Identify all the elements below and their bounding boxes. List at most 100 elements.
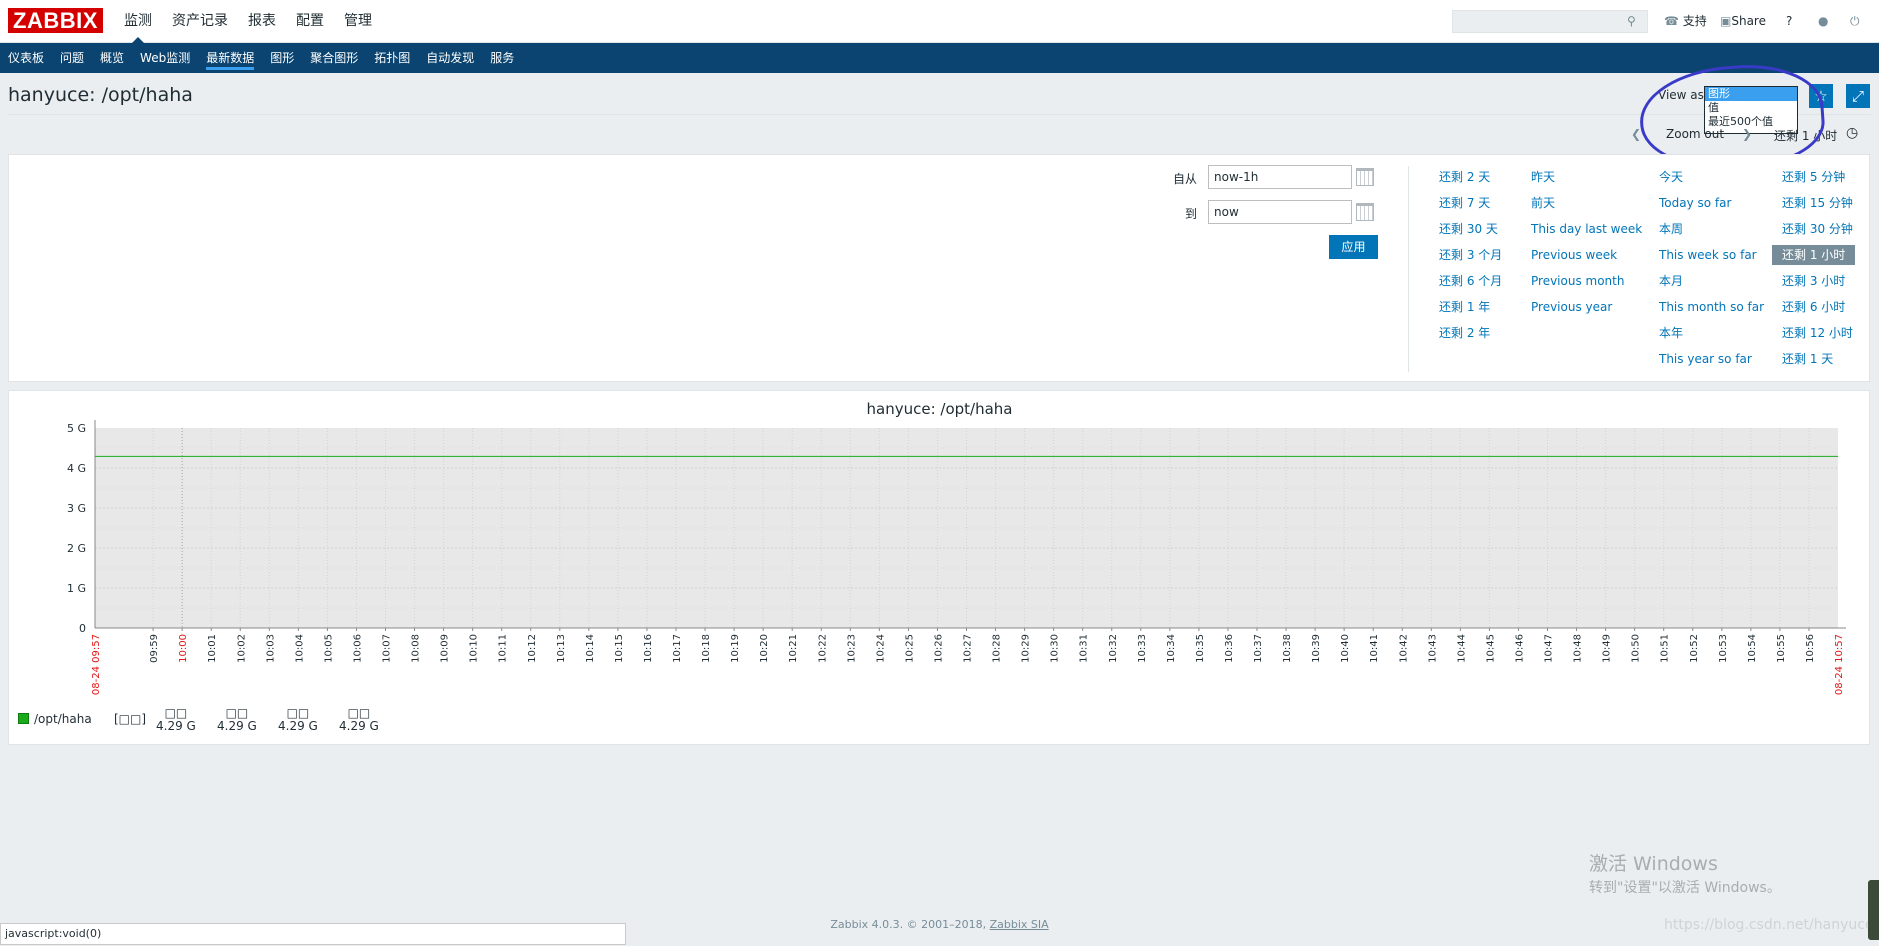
- clock-icon[interactable]: ◷: [1846, 125, 1858, 141]
- to-input[interactable]: now: [1208, 200, 1352, 224]
- quick-range-link[interactable]: 本周: [1659, 222, 1764, 248]
- x-tick-label: 10:43: [1427, 634, 1438, 663]
- legend-stat-value: 4.29 G: [339, 719, 379, 733]
- nav-monitoring[interactable]: 监测: [114, 0, 162, 43]
- quick-range-link[interactable]: 还剩 15 分钟: [1782, 196, 1855, 222]
- nav-configuration[interactable]: 配置: [286, 0, 334, 43]
- x-tick-label: 10:31: [1079, 634, 1090, 663]
- search-icon[interactable]: ⚲: [1627, 14, 1641, 28]
- quick-range-link[interactable]: 昨天: [1531, 170, 1642, 196]
- y-tick-label: 2 G: [67, 542, 86, 555]
- subnav-overview[interactable]: 概览: [92, 43, 132, 73]
- nav-inventory[interactable]: 资产记录: [162, 0, 238, 43]
- quick-range-link[interactable]: 还剩 2 天: [1439, 170, 1502, 196]
- quick-range-link[interactable]: 还剩 1 天: [1782, 352, 1855, 378]
- quick-range-link[interactable]: This month so far: [1659, 300, 1764, 326]
- apply-button[interactable]: 应用: [1329, 235, 1378, 259]
- y-tick-label: 1 G: [67, 582, 86, 595]
- x-tick-label: 10:18: [701, 634, 712, 663]
- y-tick-label: 5 G: [67, 422, 86, 435]
- fullscreen-icon[interactable]: ⤢: [1846, 84, 1870, 108]
- x-tick-label: 10:41: [1369, 634, 1380, 663]
- x-tick-label: 10:37: [1253, 634, 1264, 663]
- x-tick-label: 10:46: [1514, 634, 1525, 663]
- quick-range-link[interactable]: 还剩 2 年: [1439, 326, 1502, 352]
- quick-range-column: 昨天 前天 This day last week Previous week P…: [1531, 170, 1642, 326]
- quick-range-link[interactable]: Previous week: [1531, 248, 1642, 274]
- legend-stat-value: 4.29 G: [156, 719, 196, 733]
- quick-range-link[interactable]: Previous month: [1531, 274, 1642, 300]
- quick-range-link[interactable]: Today so far: [1659, 196, 1764, 222]
- zabbix-logo[interactable]: ZABBIX: [8, 8, 103, 33]
- x-tick-label: 10:56: [1805, 634, 1816, 663]
- quick-range-link[interactable]: 还剩 6 小时: [1782, 300, 1855, 326]
- calendar-icon[interactable]: [1356, 203, 1374, 221]
- quick-range-link[interactable]: 还剩 12 小时: [1782, 326, 1855, 352]
- subnav-dashboard[interactable]: 仪表板: [0, 43, 52, 73]
- share-icon: ▣: [1720, 14, 1732, 28]
- x-tick-label: 10:07: [382, 634, 393, 663]
- quick-range-link[interactable]: This year so far: [1659, 352, 1764, 378]
- quick-range-link-selected[interactable]: 还剩 1 小时: [1772, 245, 1856, 265]
- x-tick-label: 10:04: [294, 634, 305, 663]
- line-chart[interactable]: 0 1 G 2 G 3 G 4 G 5 G 08-24 09:57 09:59 10:00 10:…: [0, 410, 1879, 710]
- x-tick-label: 10:28: [992, 634, 1003, 663]
- user-profile-icon[interactable]: ●: [1818, 0, 1828, 43]
- x-tick-label: 10:27: [963, 634, 974, 663]
- quick-range-link[interactable]: 本月: [1659, 274, 1764, 300]
- subnav-problems[interactable]: 问题: [52, 43, 92, 73]
- subnav-maps[interactable]: 拓扑图: [366, 43, 418, 73]
- help-button[interactable]: ?: [1786, 0, 1792, 43]
- quick-range-link[interactable]: 还剩 3 小时: [1782, 274, 1855, 300]
- subnav-graphs[interactable]: 图形: [262, 43, 302, 73]
- legend-function: [□□]: [114, 712, 147, 726]
- x-tick-label: 10:51: [1660, 634, 1671, 663]
- x-tick-label: 10:05: [323, 634, 334, 663]
- quick-range-link[interactable]: This week so far: [1659, 248, 1764, 274]
- subnav-services[interactable]: 服务: [482, 43, 522, 73]
- quick-range-link[interactable]: 还剩 5 分钟: [1782, 170, 1855, 196]
- x-tick-label: 10:02: [236, 634, 247, 663]
- subnav-latest-data[interactable]: 最新数据: [198, 43, 262, 73]
- quick-range-link[interactable]: This day last week: [1531, 222, 1642, 248]
- from-label: 自从: [1173, 172, 1198, 186]
- x-tick-label: 10:47: [1544, 634, 1555, 663]
- quick-range-link[interactable]: 还剩 7 天: [1439, 196, 1502, 222]
- share-link[interactable]: ▣Share: [1720, 0, 1766, 43]
- subnav-screens[interactable]: 聚合图形: [302, 43, 366, 73]
- footer-link[interactable]: Zabbix SIA: [990, 918, 1049, 931]
- subnav-discovery[interactable]: 自动发现: [418, 43, 482, 73]
- calendar-icon[interactable]: [1356, 168, 1374, 186]
- x-tick-label: 10:44: [1456, 634, 1467, 663]
- quick-range-link[interactable]: Previous year: [1531, 300, 1642, 326]
- subnav-web[interactable]: Web监测: [132, 43, 198, 73]
- x-tick-label: 10:39: [1311, 634, 1322, 663]
- quick-range-link[interactable]: 前天: [1531, 196, 1642, 222]
- quick-range-link[interactable]: 还剩 3 个月: [1439, 248, 1502, 274]
- quick-range-link[interactable]: 本年: [1659, 326, 1764, 352]
- activation-watermark-subtitle: 转到"设置"以激活 Windows。: [1589, 880, 1781, 896]
- x-tick-label: 10:25: [904, 634, 915, 663]
- quick-range-link[interactable]: 还剩 6 个月: [1439, 274, 1502, 300]
- x-tick-label: 10:09: [440, 634, 451, 663]
- legend-stat-value: 4.29 G: [278, 719, 318, 733]
- x-tick-label: 10:49: [1602, 634, 1613, 663]
- search-input[interactable]: ⚲: [1452, 10, 1648, 33]
- x-tick-label: 10:21: [788, 634, 799, 663]
- support-link[interactable]: ☎ 支持: [1664, 0, 1707, 43]
- quick-range-link[interactable]: 还剩 1 年: [1439, 300, 1502, 326]
- quick-range-link[interactable]: 今天: [1659, 170, 1764, 196]
- x-tick-label: 10:50: [1631, 634, 1642, 663]
- legend-stat-value: 4.29 G: [217, 719, 257, 733]
- nav-administration[interactable]: 管理: [334, 0, 382, 43]
- x-tick-label: 10:14: [585, 634, 596, 663]
- x-tick-label: 10:32: [1108, 634, 1119, 663]
- nav-reports[interactable]: 报表: [238, 0, 286, 43]
- x-tick-label: 10:00: [178, 634, 189, 663]
- x-tick-label: 10:10: [469, 634, 480, 663]
- y-tick-label: 3 G: [67, 502, 86, 515]
- prev-period-chevron-left-icon[interactable]: ❮: [1631, 127, 1641, 141]
- from-input[interactable]: now-1h: [1208, 165, 1352, 189]
- logout-icon[interactable]: ⏻: [1850, 0, 1860, 43]
- quick-range-link[interactable]: 还剩 30 天: [1439, 222, 1502, 248]
